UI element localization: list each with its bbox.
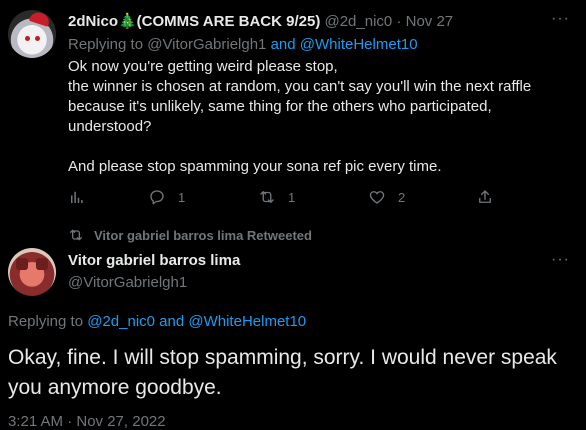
tweet-date[interactable]: Nov 27 — [406, 13, 454, 30]
retweeted-label[interactable]: Vitor gabriel barros lima Retweeted — [68, 227, 312, 243]
avatar-2dnico[interactable] — [8, 10, 56, 58]
tweet-text-line: understood? — [68, 118, 152, 135]
retweeted-text: Vitor gabriel barros lima Retweeted — [94, 227, 312, 243]
separator-dot: · — [396, 13, 402, 30]
stats-icon — [71, 191, 83, 203]
like-icon — [369, 191, 385, 204]
replying-to-line: Replying to @2d_nic0 and @WhiteHelmet10 — [8, 313, 306, 330]
share-button[interactable] — [476, 188, 494, 206]
tweet-text-line: because it's unlikely, same thing for th… — [68, 98, 492, 115]
retweet-icon — [70, 229, 82, 241]
avatar-ear-left — [16, 258, 28, 270]
tweet-text-blank — [68, 137, 573, 157]
reply-count: 1 — [178, 189, 186, 205]
display-name[interactable]: Vitor gabriel barros lima — [68, 252, 240, 269]
tweet-reply-from-2dnico[interactable]: 2dNico🎄(COMMS ARE BACK 9/25) @2d_nic0 · … — [0, 0, 586, 218]
retweet-count: 1 — [288, 189, 296, 205]
share-icon — [479, 190, 491, 203]
like-button[interactable]: 2 — [368, 188, 405, 206]
reply-icon — [150, 190, 164, 205]
avatar-eye-left — [25, 36, 30, 41]
handle[interactable]: @VitorGabrielgh1 — [68, 274, 187, 291]
tweet-text: Ok now you're getting weird please stop,… — [68, 57, 573, 177]
avatar-vitor[interactable] — [8, 248, 56, 296]
tweet-timestamp[interactable]: 3:21 AM · Nov 27, 2022 — [8, 413, 166, 430]
retweet-button[interactable]: 1 — [258, 188, 295, 206]
handle[interactable]: @2d_nic0 — [324, 13, 392, 30]
tweet-actions: 1 1 2 — [68, 188, 498, 210]
santa-hat-decoration — [28, 10, 52, 27]
more-icon[interactable]: ··· — [551, 10, 570, 28]
retweet-icon — [260, 191, 274, 203]
like-count: 2 — [398, 189, 406, 205]
replying-to-user2[interactable]: @WhiteHelmet10 — [300, 36, 418, 53]
tweet-text-line: And please stop spamming your sona ref p… — [68, 158, 442, 175]
main-tweet-text: Okay, fine. I will stop spamming, sorry.… — [8, 346, 557, 399]
analytics-button[interactable] — [68, 188, 86, 206]
replying-to-user1[interactable]: @2d_nic0 — [87, 313, 155, 330]
replying-to-label: Replying to — [8, 313, 84, 330]
avatar-eye-right — [35, 36, 40, 41]
replying-to-line: Replying to @VitorGabrielgh1 and @WhiteH… — [68, 36, 418, 53]
tweet-text-line: Ok now you're getting weird please stop, — [68, 58, 338, 75]
more-icon[interactable]: ··· — [551, 251, 570, 269]
tweet-header: 2dNico🎄(COMMS ARE BACK 9/25) @2d_nic0 · … — [68, 12, 453, 30]
reply-button[interactable]: 1 — [148, 188, 185, 206]
replying-to-label: Replying to — [68, 36, 144, 53]
display-name[interactable]: 2dNico🎄(COMMS ARE BACK 9/25) — [68, 13, 320, 30]
replying-to-and: and — [270, 36, 296, 53]
replying-to-and: and — [159, 313, 185, 330]
replying-to-user1[interactable]: @VitorGabrielgh1 — [147, 36, 266, 53]
tweet-text-line: the winner is chosen at random, you can'… — [68, 78, 532, 95]
replying-to-user2[interactable]: @WhiteHelmet10 — [188, 313, 306, 330]
avatar-ear-right — [36, 258, 48, 270]
